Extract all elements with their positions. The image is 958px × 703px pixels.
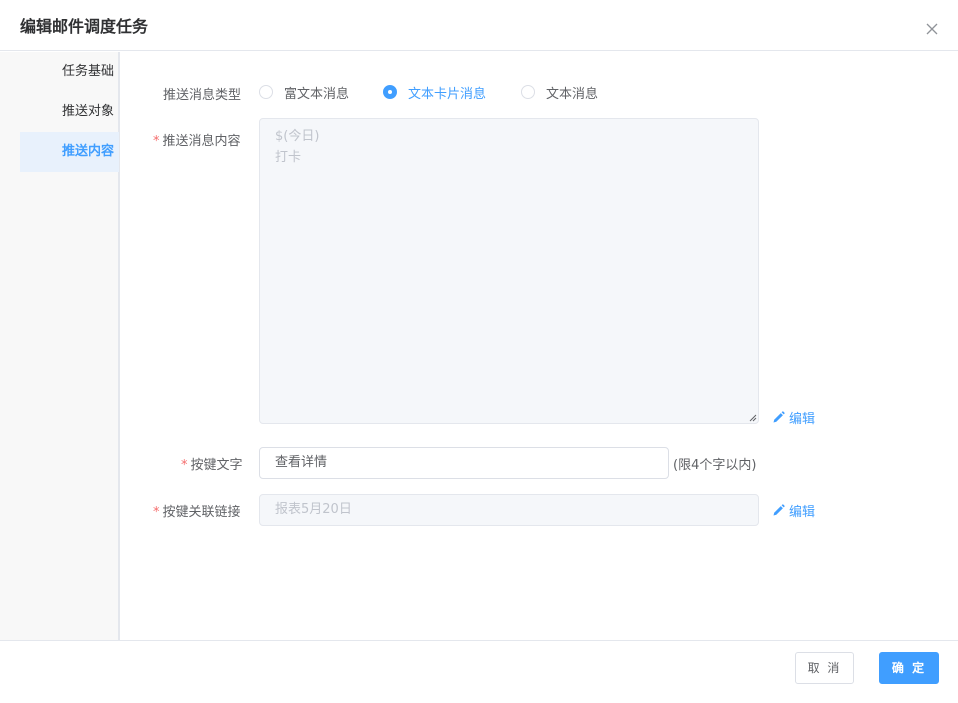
message-content-label: * 推送消息内容 (153, 130, 241, 149)
confirm-button[interactable]: 确 定 (879, 652, 939, 684)
button-text-input[interactable]: 查看详情 (259, 447, 669, 479)
radio-label: 文本消息 (546, 86, 599, 102)
radio-circle (259, 85, 273, 99)
pencil-icon (773, 411, 785, 423)
edit-content-button[interactable]: 编辑 (772, 408, 815, 427)
required-mark: * (153, 505, 160, 520)
radio-rich-text[interactable]: 富文本消息 (259, 84, 350, 102)
sidebar-item-task-basics[interactable]: 任务基础 (20, 52, 119, 92)
dialog-header: 编辑邮件调度任务 (0, 0, 958, 51)
pencil-icon (773, 504, 785, 516)
message-type-label: 推送消息类型 (163, 88, 242, 103)
radio-circle (521, 85, 535, 99)
sidebar-item-push-targets[interactable]: 推送对象 (20, 92, 119, 132)
button-link-input[interactable]: 报表5月20日 (259, 494, 759, 526)
required-mark: * (181, 458, 188, 473)
content-line: $(今日) (275, 129, 320, 144)
radio-label: 富文本消息 (284, 86, 350, 102)
label-text: 按键文字 (190, 458, 243, 473)
resize-handle-icon[interactable] (749, 414, 757, 422)
edit-label: 编辑 (789, 412, 816, 427)
button-text-hint: (限4个字以内) (673, 458, 757, 473)
radio-plain-text[interactable]: 文本消息 (521, 84, 599, 102)
message-content-textarea[interactable]: $(今日) 打卡 (259, 118, 759, 424)
dialog-footer: 取 消 确 定 (0, 640, 958, 703)
label-text: 按键关联链接 (162, 505, 241, 520)
content-line: 打卡 (275, 150, 302, 165)
sidebar-item-push-content[interactable]: 推送内容 (20, 132, 119, 172)
button-text-label: * 按键文字 (181, 454, 243, 473)
sidebar: 任务基础 推送对象 推送内容 (0, 52, 120, 640)
radio-text-card[interactable]: 文本卡片消息 (383, 84, 487, 102)
label-text: 推送消息内容 (162, 134, 241, 149)
dialog-title: 编辑邮件调度任务 (20, 17, 149, 36)
edit-link-button[interactable]: 编辑 (772, 501, 815, 520)
button-link-label: * 按键关联链接 (153, 501, 241, 520)
cancel-button[interactable]: 取 消 (795, 652, 854, 684)
required-mark: * (153, 134, 160, 149)
edit-label: 编辑 (789, 505, 816, 520)
radio-label: 文本卡片消息 (408, 86, 487, 102)
close-icon[interactable] (924, 21, 940, 37)
radio-circle (383, 85, 397, 99)
